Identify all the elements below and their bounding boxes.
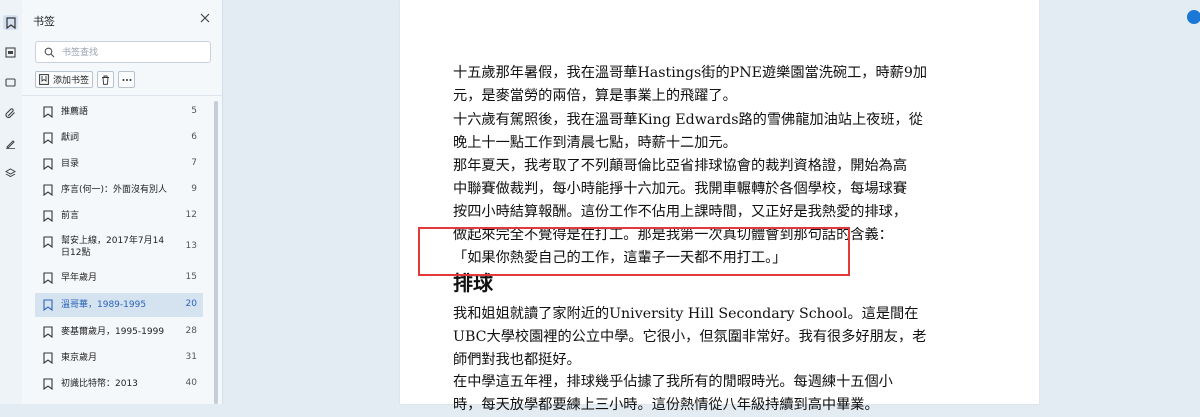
bookmark-item[interactable]: 推薦語 5 (35, 101, 203, 123)
bookmark-page: 20 (185, 299, 197, 309)
bookmark-icon (43, 132, 53, 144)
paragraph: 我和姐姐就讀了家附近的University Hill Secondary Sch… (453, 306, 927, 368)
scrollbar-thumb[interactable] (214, 101, 218, 404)
paragraph: 在中學這五年裡，排球幾乎佔據了我所有的閒暇時光。每週練十五個小 時，每天放學都要… (453, 374, 893, 413)
paragraph: 十五歲那年暑假，我在溫哥華Hastings街的PNE遊樂園當洗碗工，時薪9加 元… (453, 65, 928, 104)
bookmark-item[interactable]: 初識比特幣：2013 40 (35, 373, 203, 395)
bookmark-label: 初識比特幣：2013 (61, 379, 138, 389)
bookmark-page: 12 (185, 210, 197, 220)
bookmark-icon (43, 272, 53, 284)
bookmark-item[interactable]: 獻詞 6 (35, 127, 203, 149)
bookmark-label: 早年歲月 (61, 273, 98, 283)
bookmark-item-active[interactable]: 溫哥華，1989-1995 20 (35, 293, 203, 317)
search-icon (44, 47, 55, 58)
bookmark-item[interactable]: 早年歲月 15 (35, 267, 203, 289)
bookmark-icon (43, 158, 53, 170)
assistant-icon[interactable] (1187, 10, 1200, 24)
add-bookmark-button[interactable]: 添加书签 (35, 71, 93, 88)
more-options-button[interactable] (118, 71, 135, 88)
bookmark-label: 幫安上線，2017年7月14日12點 (61, 236, 165, 258)
add-bookmark-icon (39, 74, 49, 85)
left-tool-rail (0, 0, 23, 404)
bookmark-icon (43, 352, 53, 364)
bookmark-page: 31 (185, 352, 197, 362)
bookmark-page: 13 (185, 241, 197, 251)
thumbnail-icon[interactable] (3, 45, 18, 60)
bookmark-icon (43, 299, 53, 311)
bookmark-label: 獻詞 (61, 133, 80, 143)
attachment-icon[interactable] (3, 106, 18, 121)
trash-icon (102, 75, 109, 85)
bookmark-icon (43, 184, 53, 196)
bookmark-item[interactable]: 東京歲月 31 (35, 347, 203, 369)
bookmark-label: 溫哥華，1989-1995 (61, 300, 147, 310)
close-icon[interactable] (198, 11, 212, 25)
bookmark-label: 東京歲月 (61, 353, 98, 363)
more-icon (122, 78, 131, 81)
layers-icon[interactable] (3, 166, 18, 181)
bookmark-item[interactable]: 前言 12 (35, 205, 203, 227)
bookmark-page: 40 (185, 378, 197, 388)
signature-icon[interactable] (3, 136, 18, 151)
bookmark-page: 15 (185, 272, 197, 282)
bookmark-panel-icon[interactable] (3, 15, 18, 30)
delete-bookmark-button[interactable] (97, 71, 114, 88)
bookmark-page: 7 (191, 158, 197, 168)
panel-title: 书签 (33, 15, 55, 28)
bookmark-label: 前言 (61, 211, 80, 221)
bookmark-page: 6 (191, 132, 197, 142)
paragraph: 十六歲有駕照後，我在溫哥華King Edwards路的雪佛龍加油站上夜班，從 晚… (453, 112, 923, 151)
bookmark-item[interactable]: 幫安上線，2017年7月14日12點 13 (35, 231, 203, 263)
bookmark-search-input[interactable] (60, 44, 204, 62)
bookmark-panel: 书签 添加书签 推薦語 5 獻詞 6 目录 (22, 0, 223, 404)
bookmark-label: 麥基爾歲月，1995-1999 (61, 327, 165, 337)
bookmark-icon (43, 106, 53, 118)
bookmark-item[interactable]: 目录 7 (35, 153, 203, 175)
bookmark-icon (43, 326, 53, 338)
bookmark-label: 序言(何一)：外面沒有別人 (61, 185, 168, 195)
bookmark-label: 推薦語 (61, 107, 89, 117)
panel-divider (22, 95, 222, 96)
bookmark-item[interactable]: 序言(何一)：外面沒有別人 9 (35, 179, 203, 201)
bookmark-label: 目录 (61, 159, 80, 169)
bookmark-page: 5 (191, 106, 197, 116)
add-bookmark-label: 添加书签 (53, 76, 90, 86)
document-page: 十五歲那年暑假，我在溫哥華Hastings街的PNE遊樂園當洗碗工，時薪9加 元… (400, 0, 1039, 413)
bookmark-item[interactable]: 麥基爾歲月，1995-1999 28 (35, 321, 203, 343)
bookmark-icon (43, 236, 53, 248)
bookmark-page: 28 (185, 326, 197, 336)
comment-icon[interactable] (3, 75, 18, 90)
bookmark-icon (43, 378, 53, 390)
highlight-box (418, 227, 850, 276)
bookmark-page: 9 (191, 184, 197, 194)
bookmark-scrollbar[interactable] (214, 101, 218, 404)
bookmark-search-box (35, 41, 211, 63)
bookmark-icon (43, 210, 53, 222)
